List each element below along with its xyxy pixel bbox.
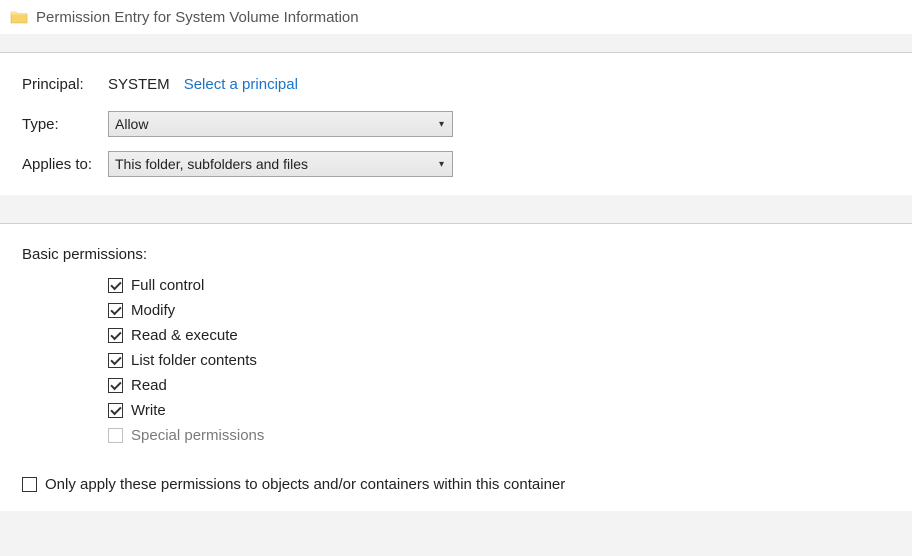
select-principal-link[interactable]: Select a principal <box>184 76 298 93</box>
permissions-list: Full control Modify Read & execute List fol… <box>108 277 890 444</box>
permission-item: Write <box>108 402 890 419</box>
permissions-section-title: Basic permissions: <box>22 246 890 263</box>
window-title: Permission Entry for System Volume Infor… <box>36 9 359 26</box>
permission-checkbox[interactable] <box>108 328 123 343</box>
chevron-down-icon: ▾ <box>439 119 444 130</box>
permission-label: Special permissions <box>131 427 264 444</box>
permission-checkbox[interactable] <box>108 278 123 293</box>
applies-combo-value: This folder, subfolders and files <box>115 156 308 172</box>
permission-item: List folder contents <box>108 352 890 369</box>
permission-label: Read <box>131 377 167 394</box>
only-apply-row: Only apply these permissions to objects … <box>22 476 890 493</box>
permission-checkbox[interactable] <box>108 403 123 418</box>
permission-item: Special permissions <box>108 427 890 444</box>
type-combo[interactable]: Allow ▾ <box>108 111 453 137</box>
permission-checkbox <box>108 428 123 443</box>
applies-row: Applies to: This folder, subfolders and … <box>22 151 890 177</box>
type-combo-value: Allow <box>115 116 148 132</box>
principal-row: Principal: SYSTEM Select a principal <box>22 71 890 97</box>
permission-item: Modify <box>108 302 890 319</box>
principal-value: SYSTEM <box>108 76 170 93</box>
applies-combo[interactable]: This folder, subfolders and files ▾ <box>108 151 453 177</box>
only-apply-label: Only apply these permissions to objects … <box>45 476 565 493</box>
permission-label: Read & execute <box>131 327 238 344</box>
permission-checkbox[interactable] <box>108 303 123 318</box>
permissions-section: Basic permissions: Full control Modify Rea… <box>0 223 912 511</box>
permission-label: Modify <box>131 302 175 319</box>
only-apply-checkbox[interactable] <box>22 477 37 492</box>
permission-item: Read & execute <box>108 327 890 344</box>
type-label: Type: <box>22 116 108 133</box>
type-row: Type: Allow ▾ <box>22 111 890 137</box>
permission-item: Read <box>108 377 890 394</box>
permission-item: Full control <box>108 277 890 294</box>
permission-label: List folder contents <box>131 352 257 369</box>
folder-icon <box>10 8 28 26</box>
title-bar: Permission Entry for System Volume Infor… <box>0 0 912 34</box>
permission-checkbox[interactable] <box>108 378 123 393</box>
permission-label: Write <box>131 402 166 419</box>
principal-label: Principal: <box>22 76 108 93</box>
applies-label: Applies to: <box>22 156 108 173</box>
principal-panel: Principal: SYSTEM Select a principal Typ… <box>0 52 912 195</box>
permission-checkbox[interactable] <box>108 353 123 368</box>
permission-label: Full control <box>131 277 204 294</box>
chevron-down-icon: ▾ <box>439 159 444 170</box>
